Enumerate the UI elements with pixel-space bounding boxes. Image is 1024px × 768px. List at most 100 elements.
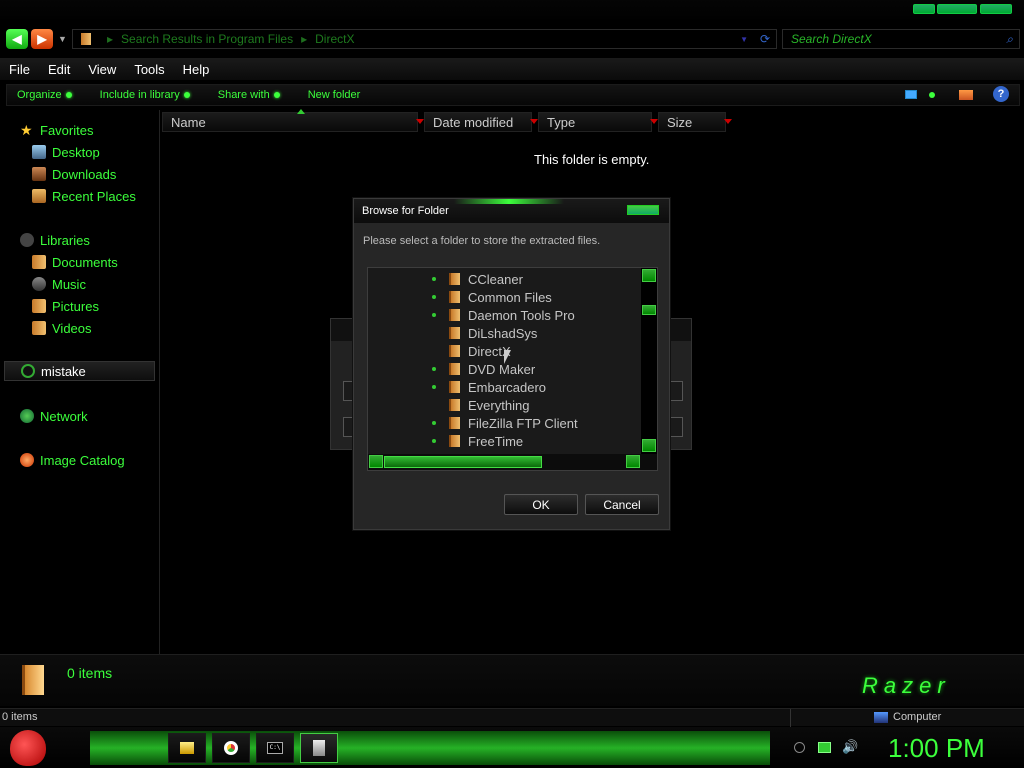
- nav-network[interactable]: Network: [20, 406, 88, 426]
- menu-tools[interactable]: Tools: [125, 62, 173, 77]
- include-in-library-button[interactable]: Include in library: [90, 89, 200, 101]
- folder-tree-item[interactable]: Everything: [368, 396, 638, 414]
- minimize-button[interactable]: [913, 4, 935, 14]
- column-headers: Name Date modified Type Size: [162, 109, 762, 134]
- nav-libraries-label: Libraries: [40, 232, 90, 248]
- menu-help[interactable]: Help: [174, 62, 219, 77]
- column-name[interactable]: Name: [162, 109, 424, 132]
- maximize-button[interactable]: [937, 4, 977, 14]
- vertical-scroll-thumb[interactable]: [642, 305, 656, 315]
- network-tray-icon[interactable]: [818, 742, 831, 753]
- nav-desktop[interactable]: Desktop: [32, 142, 100, 162]
- start-button[interactable]: [10, 730, 46, 766]
- nav-pictures[interactable]: Pictures: [32, 296, 99, 316]
- folder-tree-item[interactable]: FileZilla FTP Client: [368, 414, 638, 432]
- nav-recent-places[interactable]: Recent Places: [32, 186, 136, 206]
- column-dropdown-icon[interactable]: [416, 119, 424, 124]
- vertical-scrollbar[interactable]: [641, 268, 657, 454]
- expand-node-icon[interactable]: [432, 313, 436, 317]
- taskbar-chrome[interactable]: [212, 733, 250, 763]
- dialog-title-bar[interactable]: Browse for Folder: [354, 199, 669, 223]
- nav-videos[interactable]: Videos: [32, 318, 92, 338]
- status-divider: [790, 709, 791, 727]
- refresh-icon[interactable]: ⟳: [760, 32, 770, 46]
- menu-edit[interactable]: Edit: [39, 62, 79, 77]
- forward-button[interactable]: ▶: [31, 29, 53, 49]
- folder-icon: [449, 435, 460, 447]
- column-dropdown-icon[interactable]: [650, 119, 658, 124]
- taskbar-installer[interactable]: [300, 733, 338, 763]
- expand-node-icon[interactable]: [432, 277, 436, 281]
- folder-tree-item[interactable]: Common Files: [368, 288, 638, 306]
- volume-icon[interactable]: 🔊: [842, 739, 858, 755]
- folder-tree[interactable]: CCleaner Common Files Daemon Tools Pro DiLs…: [367, 267, 658, 471]
- nav-favorites-label: Favorites: [40, 122, 94, 138]
- cancel-button[interactable]: Cancel: [585, 494, 659, 515]
- expand-node-icon[interactable]: [432, 421, 436, 425]
- horizontal-scroll-thumb[interactable]: [384, 456, 542, 468]
- close-button[interactable]: [980, 4, 1012, 14]
- scroll-left-button[interactable]: [369, 455, 383, 468]
- details-pane: 0 items Razer: [0, 654, 1024, 706]
- folder-tree-item[interactable]: DirectX: [368, 342, 638, 360]
- change-view-icon[interactable]: [905, 90, 917, 99]
- address-bar[interactable]: ▸ Search Results in Program Files ▸ Dire…: [72, 29, 777, 49]
- clock[interactable]: 1:00 PM: [888, 733, 985, 764]
- dialog-close-button[interactable]: [627, 205, 659, 215]
- address-dropdown-icon[interactable]: ▼: [740, 35, 748, 44]
- folder-tree-item[interactable]: CCleaner: [368, 270, 638, 288]
- preview-pane-icon[interactable]: [959, 90, 973, 100]
- new-folder-button[interactable]: New folder: [298, 89, 371, 101]
- chrome-icon: [224, 741, 238, 755]
- folder-tree-item[interactable]: Embarcadero: [368, 378, 638, 396]
- folder-tree-item[interactable]: DVD Maker: [368, 360, 638, 378]
- view-options-icon[interactable]: [929, 92, 935, 98]
- organize-button[interactable]: Organize: [7, 89, 82, 101]
- breadcrumb-program-files[interactable]: Search Results in Program Files: [121, 32, 293, 46]
- column-dropdown-icon[interactable]: [724, 119, 732, 124]
- scroll-up-button[interactable]: [642, 269, 656, 282]
- nav-image-catalog[interactable]: Image Catalog: [20, 450, 125, 470]
- column-dropdown-icon[interactable]: [530, 119, 538, 124]
- search-icon[interactable]: ⌕: [1006, 32, 1013, 47]
- recent-pages-chevron-icon[interactable]: ▼: [58, 34, 67, 44]
- back-button[interactable]: ◀: [6, 29, 28, 49]
- column-size[interactable]: Size: [658, 112, 732, 132]
- installer-icon: [313, 740, 325, 756]
- taskbar-explorer[interactable]: [168, 733, 206, 763]
- horizontal-scrollbar[interactable]: [368, 454, 657, 470]
- nav-downloads[interactable]: Downloads: [32, 164, 116, 184]
- back-arrow-icon: ◀: [12, 32, 22, 46]
- taskbar-command-prompt[interactable]: C:\: [256, 733, 294, 763]
- expand-node-icon[interactable]: [432, 367, 436, 371]
- scroll-right-button[interactable]: [626, 455, 640, 468]
- menu-view[interactable]: View: [79, 62, 125, 77]
- explorer-window: ◀ ▶ ▼ ▸ Search Results in Program Files …: [0, 0, 1024, 768]
- show-hidden-icons-icon[interactable]: [794, 742, 805, 753]
- folder-icon: [449, 345, 460, 357]
- downloads-icon: [32, 167, 46, 181]
- nav-music[interactable]: Music: [32, 274, 86, 294]
- expand-node-icon[interactable]: [432, 439, 436, 443]
- title-bar[interactable]: [0, 0, 1024, 22]
- folder-tree-item[interactable]: FreeTime: [368, 432, 638, 450]
- desktop-icon: [32, 145, 46, 159]
- menu-file[interactable]: File: [0, 62, 39, 77]
- ok-button[interactable]: OK: [504, 494, 578, 515]
- column-date-modified[interactable]: Date modified: [424, 112, 538, 132]
- expand-node-icon[interactable]: [432, 295, 436, 299]
- nav-libraries[interactable]: Libraries: [20, 230, 90, 250]
- scroll-down-button[interactable]: [642, 439, 656, 452]
- share-with-button[interactable]: Share with: [208, 89, 290, 101]
- help-icon[interactable]: ?: [993, 86, 1009, 102]
- folder-tree-item[interactable]: Daemon Tools Pro: [368, 306, 638, 324]
- breadcrumb-directx[interactable]: DirectX: [315, 32, 354, 46]
- nav-homegroup[interactable]: mistake: [4, 361, 155, 381]
- search-input[interactable]: Search DirectX ⌕: [782, 29, 1020, 49]
- column-type[interactable]: Type: [538, 112, 658, 132]
- nav-favorites[interactable]: ★ Favorites: [20, 120, 93, 140]
- folder-tree-item[interactable]: DiLshadSys: [368, 324, 638, 342]
- explorer-icon: [180, 742, 194, 754]
- nav-documents[interactable]: Documents: [32, 252, 118, 272]
- expand-node-icon[interactable]: [432, 385, 436, 389]
